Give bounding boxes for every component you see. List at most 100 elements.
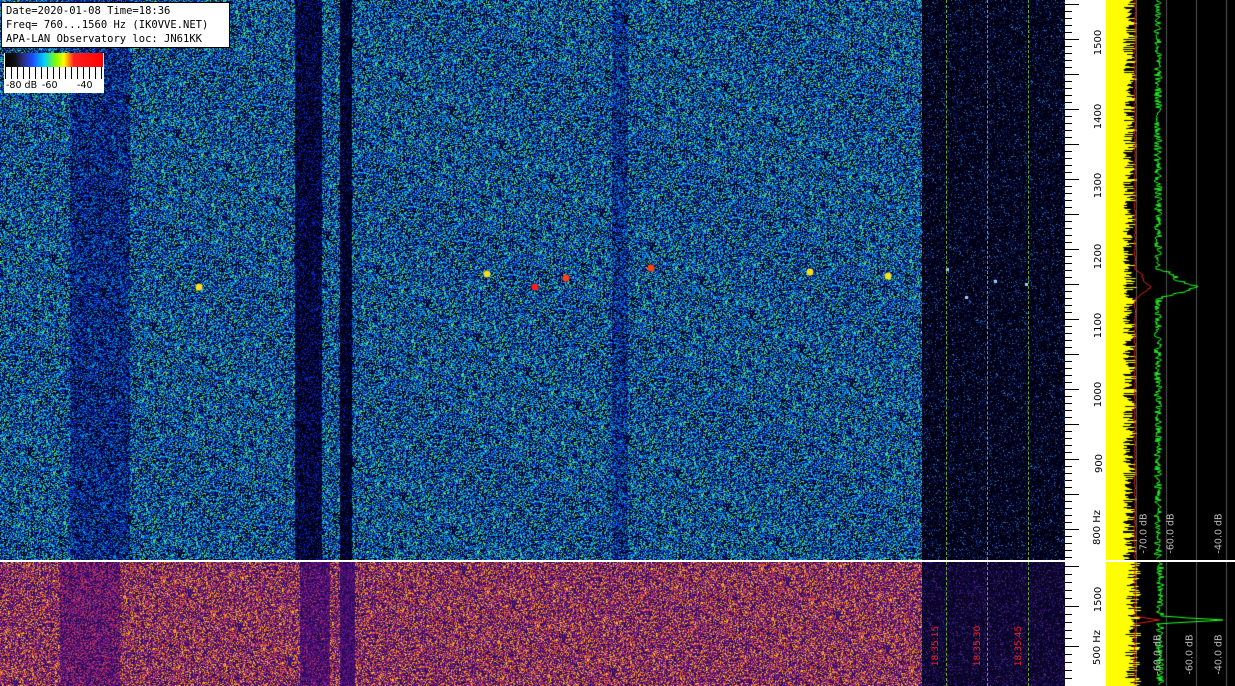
axis-tick: [1065, 326, 1072, 327]
axis-tick: [1065, 25, 1072, 26]
axis-tick: [1065, 4, 1079, 5]
color-scale-gradient: [5, 53, 103, 67]
axis-tick: [1065, 678, 1072, 679]
axis-tick: [1065, 46, 1072, 47]
color-scale-label: -40: [77, 80, 93, 91]
time-grid-line: [946, 0, 947, 560]
axis-tick: [1065, 431, 1072, 432]
axis-tick: [1065, 424, 1079, 425]
axis-tick: [1065, 165, 1072, 166]
axis-tick: [1065, 494, 1079, 495]
waterfall-bottom-recent: [922, 562, 1065, 686]
axis-tick-label: 500 Hz: [1092, 629, 1104, 666]
observatory-label: APA-LAN Observatory loc: JN61KK: [6, 33, 202, 45]
axis-tick: [1065, 590, 1072, 591]
axis-tick: [1065, 193, 1072, 194]
waterfall-top: [0, 0, 922, 560]
db-scale-label: -70.0 dB: [1138, 513, 1150, 554]
time-grid-line: [1028, 0, 1029, 560]
axis-tick: [1065, 305, 1072, 306]
axis-tick: [1065, 606, 1079, 607]
axis-tick: [1065, 18, 1072, 19]
axis-tick: [1065, 466, 1072, 467]
axis-tick: [1065, 102, 1072, 103]
axis-tick: [1065, 340, 1072, 341]
axis-tick: [1065, 235, 1072, 236]
db-scale-label: -60.0 dB: [1152, 634, 1164, 675]
axis-tick: [1065, 228, 1072, 229]
axis-tick: [1065, 116, 1072, 117]
axis-tick: [1065, 312, 1072, 313]
axis-tick: [1065, 501, 1072, 502]
waterfall-bottom: [0, 562, 922, 686]
axis-tick: [1065, 396, 1072, 397]
frequency-axis-bottom: [1065, 562, 1106, 686]
axis-tick: [1065, 622, 1072, 623]
axis-tick: [1065, 582, 1072, 583]
time-grid-line: [1028, 562, 1029, 686]
axis-tick: [1065, 137, 1072, 138]
frequency-label: Freq= 760...1560 Hz (IK0VVE.NET): [6, 19, 209, 31]
axis-tick: [1065, 557, 1072, 558]
axis-tick: [1065, 53, 1072, 54]
axis-tick-label: 1300: [1093, 172, 1105, 199]
time-grid-line: [987, 562, 988, 686]
time-grid-line: [946, 562, 947, 686]
axis-tick: [1065, 452, 1072, 453]
axis-tick: [1065, 515, 1072, 516]
axis-tick: [1065, 574, 1072, 575]
axis-tick: [1065, 200, 1072, 201]
axis-tick: [1065, 333, 1072, 334]
axis-tick: [1065, 81, 1072, 82]
axis-tick: [1065, 284, 1079, 285]
axis-tick: [1065, 368, 1072, 369]
axis-tick-label: 800 Hz: [1092, 509, 1104, 546]
axis-tick: [1065, 598, 1072, 599]
db-scale-label: -40.0 dB: [1213, 513, 1225, 554]
date-time-label: Date=2020-01-08 Time=18:36: [6, 5, 171, 17]
axis-tick: [1065, 614, 1072, 615]
axis-tick: [1065, 375, 1072, 376]
axis-tick: [1065, 151, 1072, 152]
axis-tick: [1065, 298, 1072, 299]
axis-tick: [1065, 566, 1079, 567]
waterfall-top-recent: [922, 0, 1065, 560]
axis-tick: [1065, 550, 1072, 551]
axis-tick: [1065, 438, 1072, 439]
axis-tick: [1065, 389, 1079, 390]
axis-tick: [1065, 88, 1072, 89]
axis-tick: [1065, 109, 1079, 110]
axis-tick: [1065, 361, 1072, 362]
axis-tick-label: 900: [1094, 453, 1106, 474]
time-marker: 18:35:15: [931, 625, 942, 667]
info-header: Date=2020-01-08 Time=18:36 Freq= 760...1…: [1, 2, 230, 48]
axis-tick: [1065, 459, 1079, 460]
axis-tick: [1065, 242, 1072, 243]
time-marker: 18:35:30: [973, 625, 984, 667]
axis-tick: [1065, 144, 1079, 145]
axis-tick: [1065, 256, 1072, 257]
axis-tick: [1065, 249, 1079, 250]
axis-tick: [1065, 662, 1072, 663]
axis-tick: [1065, 32, 1072, 33]
db-scale-label: -60.0 dB: [1184, 634, 1196, 675]
axis-tick: [1065, 95, 1072, 96]
axis-tick: [1065, 473, 1072, 474]
axis-tick: [1065, 179, 1079, 180]
axis-tick: [1065, 630, 1072, 631]
axis-tick-label: 1000: [1093, 381, 1105, 408]
axis-tick: [1065, 221, 1072, 222]
axis-tick: [1065, 347, 1072, 348]
time-marker: 18:35:45: [1014, 625, 1025, 667]
db-scale-label: -60.0 dB: [1165, 513, 1177, 554]
axis-tick-label: 1100: [1093, 312, 1105, 339]
axis-tick: [1065, 543, 1072, 544]
axis-tick-label: 1500: [1093, 29, 1105, 56]
axis-tick: [1065, 11, 1072, 12]
axis-tick: [1065, 536, 1072, 537]
axis-tick: [1065, 445, 1072, 446]
frequency-axis-top: [1065, 0, 1106, 560]
color-scale-ticks: [5, 67, 103, 79]
axis-tick: [1065, 60, 1072, 61]
axis-tick-label: 1500: [1093, 586, 1105, 613]
